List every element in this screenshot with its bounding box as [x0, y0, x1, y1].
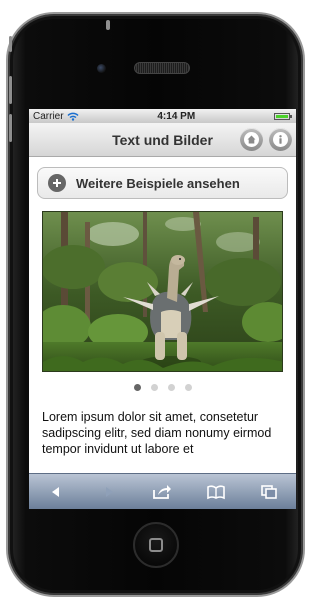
forward-arrow-icon	[106, 486, 114, 497]
share-button[interactable]	[147, 480, 177, 504]
back-arrow-icon	[51, 486, 59, 497]
volume-up-button	[9, 76, 12, 104]
bookmarks-icon	[207, 484, 225, 499]
pager-dot[interactable]	[133, 384, 141, 391]
pager-dot[interactable]	[150, 384, 158, 391]
battery-icon	[273, 112, 292, 120]
body-paragraph: Lorem ipsum dolor sit amet, consetetur s…	[42, 410, 272, 456]
back-button[interactable]	[41, 480, 71, 504]
carrier-label: Carrier	[33, 110, 64, 122]
forward-button[interactable]	[94, 480, 124, 504]
bookmarks-button[interactable]	[201, 480, 231, 504]
sleep-button	[106, 20, 110, 30]
pager-dot[interactable]	[184, 384, 192, 391]
more-examples-label: Weitere Beispiele ansehen	[76, 175, 240, 191]
tabs-icon	[261, 484, 278, 499]
carousel-image[interactable]	[42, 211, 283, 372]
mute-switch	[9, 36, 12, 52]
safari-toolbar	[29, 473, 296, 509]
page-title: Text und Bilder	[112, 131, 213, 148]
dinosaur-photo	[43, 212, 282, 371]
info-icon	[279, 135, 282, 144]
home-icon	[247, 135, 256, 144]
status-time: 4:14 PM	[157, 110, 196, 122]
more-examples-button[interactable]: Weitere Beispiele ansehen	[37, 167, 288, 199]
front-camera	[97, 64, 106, 73]
volume-down-button	[9, 114, 12, 142]
pager-dot[interactable]	[167, 384, 175, 391]
earpiece-speaker	[134, 62, 190, 74]
wifi-icon	[67, 112, 79, 121]
carousel-pager	[29, 384, 296, 391]
plus-circle-icon	[48, 174, 66, 192]
tabs-button[interactable]	[254, 480, 284, 504]
status-bar: Carrier 4:14 PM	[29, 109, 296, 123]
home-button[interactable]	[240, 128, 263, 151]
device-screen: Carrier 4:14 PM Text und Bilder Weitere …	[29, 109, 296, 509]
battery-level	[275, 114, 288, 118]
home-square-icon	[149, 538, 163, 552]
share-icon	[153, 484, 172, 499]
device-home-button[interactable]	[133, 522, 179, 568]
header-bar: Text und Bilder	[29, 123, 296, 157]
info-button[interactable]	[269, 128, 292, 151]
